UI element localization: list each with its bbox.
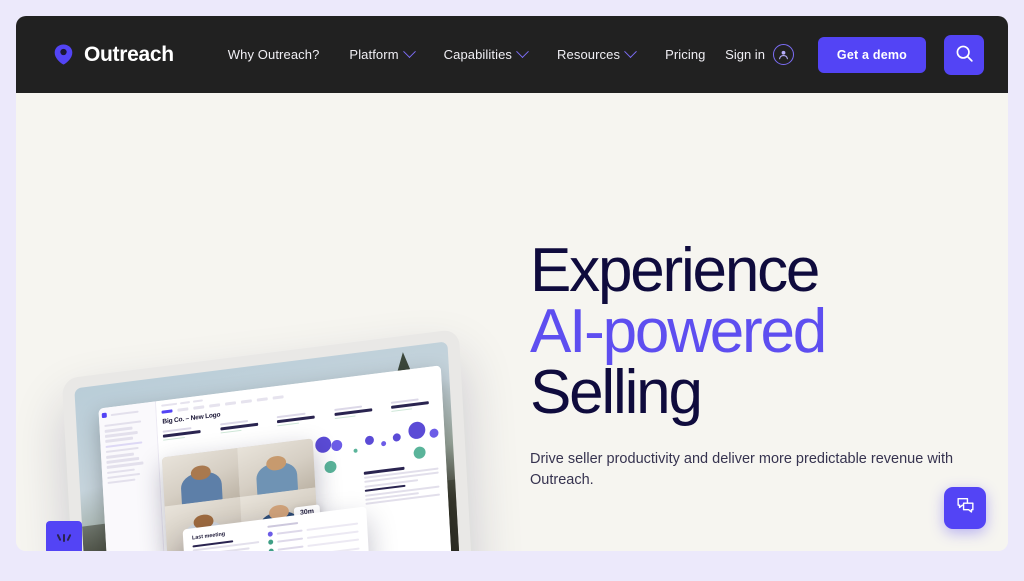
nav-item-capabilities[interactable]: Capabilities — [443, 45, 529, 62]
page-title: Experience AI-powered Selling — [530, 236, 960, 427]
nav-item-label: Why Outreach? — [227, 47, 320, 62]
chevron-down-icon — [624, 45, 637, 59]
headline-line-2: AI-powered — [530, 296, 827, 366]
app-tab — [161, 409, 173, 414]
hero-section: Big Co. – New Logo 30m Last meeting Expe… — [16, 93, 1008, 551]
get-a-demo-button[interactable]: Get a demo — [817, 36, 926, 73]
sidebar-item — [103, 420, 142, 428]
app-stat — [219, 417, 268, 434]
app-tab — [177, 407, 189, 412]
sign-in-label: Sign in — [725, 47, 765, 62]
nav-actions: Sign in Get a demo — [725, 34, 984, 75]
nav-item-why-outreach[interactable]: Why Outreach? — [228, 47, 320, 62]
outreach-shield-logo-icon — [52, 43, 75, 66]
breadcrumb-segment — [193, 399, 204, 403]
nav-item-resources[interactable]: Resources — [557, 45, 637, 62]
nav-item-pricing[interactable]: Pricing — [665, 47, 705, 62]
app-tab — [209, 403, 221, 408]
app-stat — [276, 410, 325, 427]
app-tab — [241, 399, 253, 404]
primary-nav-links: Why Outreach? Platform Capabilities Reso… — [228, 45, 706, 62]
search-icon — [954, 43, 975, 67]
app-tab — [272, 395, 285, 400]
chat-bubbles-icon — [955, 495, 976, 521]
meeting-card-left: Last meeting — [192, 527, 262, 551]
brand-logo-link[interactable]: Outreach — [52, 43, 174, 66]
hero-copy-block: Experience AI-powered Selling Drive sell… — [530, 236, 960, 490]
brand-name-text: Outreach — [84, 43, 174, 66]
nav-item-label: Pricing — [665, 47, 706, 62]
app-workspace-name — [110, 410, 139, 417]
breadcrumb-segment — [161, 402, 178, 407]
meeting-card-metrics — [267, 515, 361, 551]
app-logo-icon — [101, 413, 107, 419]
headline-line-3: Selling — [530, 357, 703, 427]
feedback-bubble-widget[interactable] — [46, 521, 82, 551]
app-sidebar-brand — [101, 406, 153, 420]
chevron-down-icon — [402, 45, 416, 59]
chat-bubble-icon — [46, 521, 82, 551]
search-button[interactable] — [944, 34, 984, 75]
chevron-down-icon — [516, 45, 529, 59]
nav-item-label: Capabilities — [443, 47, 513, 62]
app-insights-panel — [363, 461, 440, 507]
sign-in-link[interactable]: Sign in — [725, 44, 794, 65]
content-surface: Outreach Why Outreach? Platform Capabili… — [16, 16, 1008, 551]
headline-line-1: Experience — [530, 236, 820, 305]
user-circle-icon — [772, 44, 794, 65]
page-frame: Outreach Why Outreach? Platform Capabili… — [0, 0, 1024, 581]
nav-item-label: Platform — [349, 47, 399, 62]
chat-launcher-button[interactable] — [944, 487, 986, 529]
product-screenshot-mockup: Big Co. – New Logo 30m Last meeting — [46, 278, 516, 551]
app-tab — [193, 405, 205, 410]
meeting-card-title: Last meeting — [191, 531, 226, 542]
sidebar-item — [107, 478, 135, 485]
app-tab — [225, 401, 237, 406]
breadcrumb-segment — [180, 401, 191, 405]
hero-subcopy: Drive seller productivity and deliver mo… — [530, 451, 954, 488]
app-stat — [162, 424, 211, 441]
app-tab — [257, 397, 269, 402]
app-stat — [333, 403, 382, 420]
app-stat — [390, 396, 439, 413]
main-navigation-bar: Outreach Why Outreach? Platform Capabili… — [16, 16, 1008, 93]
nav-item-platform[interactable]: Platform — [349, 45, 416, 62]
nav-item-label: Resources — [557, 47, 621, 62]
